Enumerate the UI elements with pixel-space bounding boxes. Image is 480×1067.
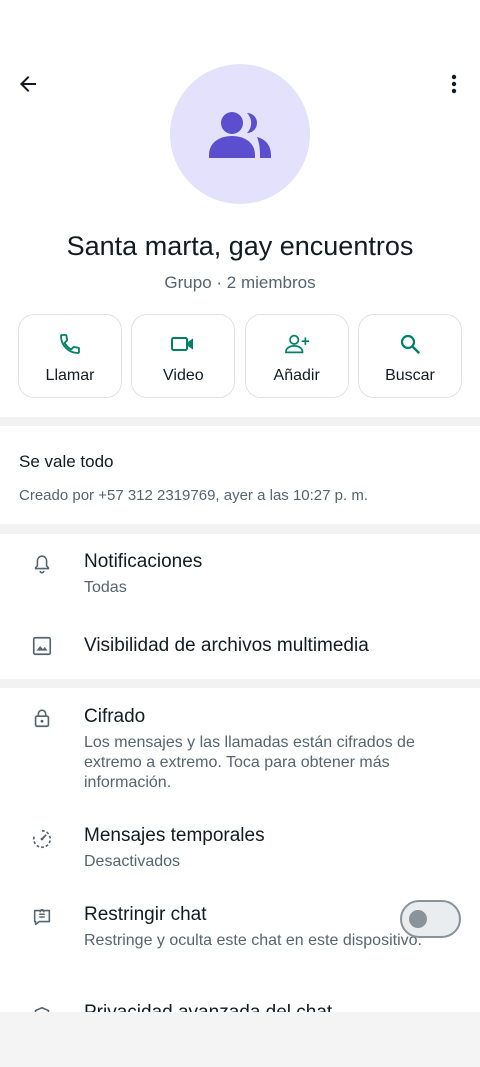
video-button[interactable]: Video [131, 314, 236, 398]
arrow-back-icon [20, 76, 36, 92]
description-text: Se vale todo [19, 452, 114, 471]
media-visibility-title: Visibilidad de archivos multimedia [84, 635, 369, 656]
group-name[interactable]: Santa marta, gay encuentros [0, 231, 480, 262]
encryption-title: Cifrado [84, 706, 146, 727]
more-options-button[interactable] [436, 66, 472, 102]
add-member-label: Añadir [273, 367, 320, 384]
group-description[interactable]: Se vale todo Creado por +57 312 2319769,… [0, 426, 480, 524]
system-navigation-bar [0, 1012, 480, 1067]
group-header: Santa marta, gay encuentros Grupo · 2 mi… [0, 0, 480, 417]
settings-group-2: Cifrado Los mensajes y las llamadas está… [0, 688, 480, 1012]
disappearing-messages-subtitle: Desactivados [84, 853, 181, 870]
action-buttons: Llamar Video Añadir Buscar [18, 314, 462, 398]
bell-icon [34, 555, 50, 574]
chat-lock-subtitle: Restringe y oculta este chat en este dis… [84, 932, 422, 949]
call-label: Llamar [45, 367, 95, 384]
group-info-screen: Santa marta, gay encuentros Grupo · 2 mi… [0, 0, 480, 1012]
image-icon [32, 636, 52, 656]
chat-lock-toggle[interactable] [400, 900, 461, 938]
lock-icon [34, 709, 50, 728]
advanced-privacy-title: Privacidad avanzada del chat [84, 1002, 332, 1012]
chat-lock-icon [33, 909, 51, 926]
add-person-icon [284, 334, 309, 354]
toggle-knob [409, 910, 427, 928]
search-icon [400, 334, 420, 354]
created-by-text: Creado por +57 312 2319769, ayer a las 1… [19, 487, 368, 504]
notifications-title: Notificaciones [84, 551, 203, 572]
back-button[interactable] [10, 66, 46, 102]
search-button[interactable]: Buscar [357, 314, 462, 398]
search-label: Buscar [385, 367, 435, 384]
video-label: Video [163, 367, 204, 384]
videocam-icon [171, 337, 194, 351]
disappearing-messages-title: Mensajes temporales [84, 825, 265, 846]
chat-lock-title: Restringir chat [84, 904, 207, 925]
call-button[interactable]: Llamar [18, 314, 122, 398]
group-icon [209, 112, 271, 158]
encryption-subtitle: Los mensajes y las llamadas están cifrad… [84, 734, 415, 791]
phone-icon [60, 334, 80, 354]
more-vert-icon [451, 74, 457, 94]
add-member-button[interactable]: Añadir [244, 314, 349, 398]
timer-icon [32, 829, 52, 849]
group-avatar[interactable] [170, 64, 310, 204]
shield-icon [34, 1006, 50, 1012]
group-member-count: Grupo · 2 miembros [164, 273, 316, 292]
notifications-subtitle: Todas [84, 579, 127, 596]
settings-group-1: Notificaciones Todas Visibilidad de arch… [0, 534, 480, 679]
